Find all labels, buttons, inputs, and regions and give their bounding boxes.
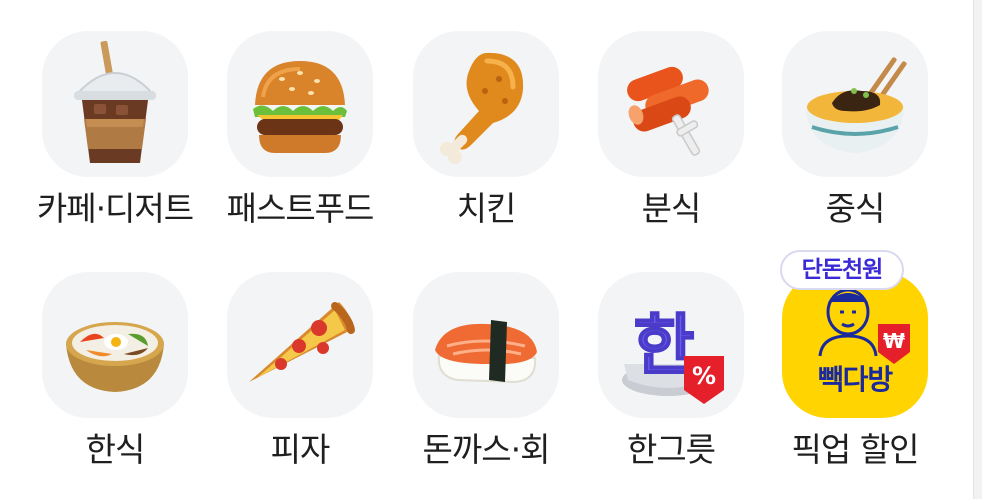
svg-text:%: % bbox=[692, 362, 716, 390]
category-label: 돈까스·회 bbox=[422, 430, 551, 469]
jajangmyeon-icon bbox=[782, 31, 928, 177]
category-label: 치킨 bbox=[456, 189, 517, 228]
scrollbar[interactable] bbox=[973, 0, 982, 499]
paik-dabang-wordmark: 빽다방 bbox=[817, 363, 893, 396]
bibimbap-icon bbox=[42, 272, 188, 418]
tteokbokki-icon bbox=[598, 31, 744, 177]
svg-text:₩: ₩ bbox=[883, 329, 905, 353]
category-label: 카페·디저트 bbox=[36, 189, 194, 228]
burger-icon bbox=[227, 31, 373, 177]
category-label: 한식 bbox=[85, 430, 146, 469]
paik-dabang-logo: ₩ 빽다방 bbox=[782, 272, 928, 418]
category-label: 피자 bbox=[270, 430, 331, 469]
food-category-grid: 카페·디저트 패스트푸드 치킨 분식 중식 한식 피자 돈까스·회 한 % 한그… bbox=[0, 0, 972, 499]
chicken-leg-icon bbox=[413, 31, 559, 177]
category-label: 한그릇 bbox=[626, 430, 716, 469]
coffee-cup-icon bbox=[42, 31, 188, 177]
category-label: 패스트푸드 bbox=[226, 189, 375, 228]
sushi-icon bbox=[413, 272, 559, 418]
han-discount-icon: 한 % bbox=[598, 272, 744, 418]
category-label: 중식 bbox=[825, 189, 886, 228]
promo-badge: 단돈천원 bbox=[780, 250, 904, 290]
pizza-slice-icon bbox=[227, 272, 373, 418]
category-label: 픽업 할인 bbox=[791, 430, 920, 469]
category-label: 분식 bbox=[641, 189, 702, 228]
